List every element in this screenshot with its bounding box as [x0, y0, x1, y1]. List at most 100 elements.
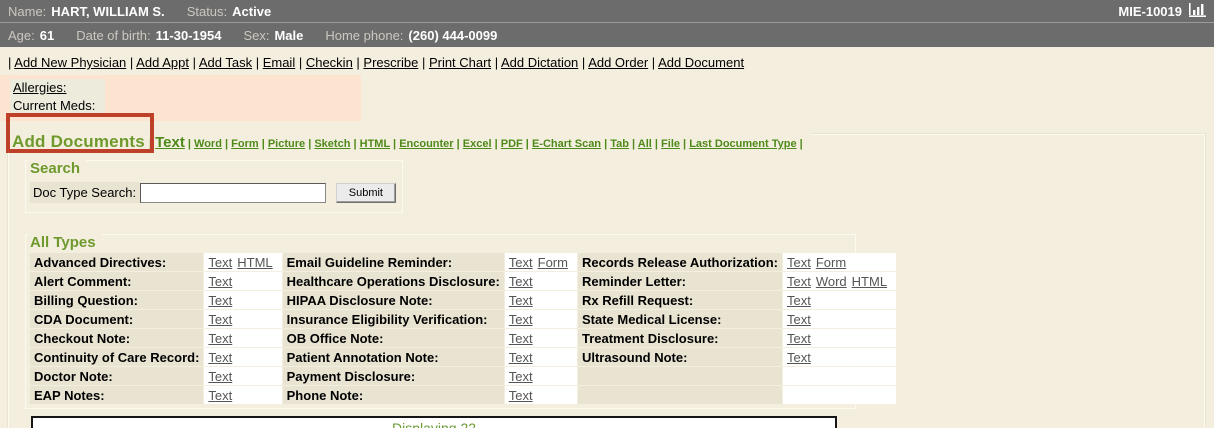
- doc-type-label-advanced-directives: Advanced Directives:: [30, 253, 203, 271]
- all-types-panel: All Types Advanced Directives:TextHTMLEm…: [25, 234, 856, 409]
- doc-link-continuity-of-care-record-text[interactable]: Text: [208, 350, 232, 365]
- doc-link-payment-disclosure-text[interactable]: Text: [509, 369, 533, 384]
- action-link-add-task[interactable]: Add Task: [199, 55, 252, 70]
- patient-name: HART, WILLIAM S.: [51, 4, 164, 19]
- patient-phone: (260) 444-0099: [408, 28, 497, 43]
- type-link-tab[interactable]: Tab: [610, 138, 629, 150]
- action-link-prescribe[interactable]: Prescribe: [363, 55, 418, 70]
- doc-link-rx-refill-request-text[interactable]: Text: [787, 293, 811, 308]
- doc-link-treatment-disclosure-text[interactable]: Text: [787, 331, 811, 346]
- bar-chart-icon[interactable]: [1189, 2, 1206, 20]
- doc-link-reminder-letter-word[interactable]: Word: [816, 274, 847, 289]
- doc-type-label-patient-annotation-note: Patient Annotation Note:: [283, 348, 504, 366]
- type-link-form[interactable]: Form: [231, 138, 259, 150]
- doc-link-billing-question-text[interactable]: Text: [208, 293, 232, 308]
- action-link-email[interactable]: Email: [263, 55, 296, 70]
- type-link-file[interactable]: File: [661, 138, 680, 150]
- doc-link-records-release-authorization-text[interactable]: Text: [787, 255, 811, 270]
- action-link-add-document[interactable]: Add Document: [658, 55, 744, 70]
- doc-link-alert-comment-text[interactable]: Text: [208, 274, 232, 289]
- empty-links-cell: [783, 386, 896, 404]
- doc-link-patient-annotation-note-text[interactable]: Text: [509, 350, 533, 365]
- doc-type-label-rx-refill-request: Rx Refill Request:: [578, 291, 782, 309]
- doc-type-links-email-guideline-reminder: Text Form: [505, 253, 577, 271]
- table-row: CDA Document:TextInsurance Eligibility V…: [30, 310, 896, 328]
- doc-link-ultrasound-note-text[interactable]: Text: [787, 350, 811, 365]
- doc-type-links-state-medical-license: Text: [783, 310, 896, 328]
- sex-label: Sex:: [243, 28, 269, 43]
- patient-age: 61: [40, 28, 54, 43]
- table-row: Doctor Note:TextPayment Disclosure:Text: [30, 367, 896, 385]
- action-link-add-appt[interactable]: Add Appt: [136, 55, 189, 70]
- type-link-last-document-type[interactable]: Last Document Type: [689, 138, 796, 150]
- type-link-html[interactable]: HTML: [360, 138, 390, 150]
- dob-label: Date of birth:: [76, 28, 150, 43]
- doc-link-healthcare-operations-disclosure-text[interactable]: Text: [509, 274, 533, 289]
- doc-type-label-doctor-note: Doctor Note:: [30, 367, 203, 385]
- type-link-all[interactable]: All: [638, 138, 652, 150]
- patient-dob: 11-30-1954: [156, 28, 222, 43]
- chart-summary-block: Allergies: Current Meds:: [0, 75, 361, 121]
- doc-link-phone-note-text[interactable]: Text: [509, 388, 533, 403]
- doc-link-reminder-letter-text[interactable]: Text: [787, 274, 811, 289]
- doc-type-label-email-guideline-reminder: Email Guideline Reminder:: [283, 253, 504, 271]
- displaying-count: Displaying 22: [31, 416, 837, 428]
- doc-link-records-release-authorization-form[interactable]: Form: [816, 255, 846, 270]
- doc-link-insurance-eligibility-verification-text[interactable]: Text: [509, 312, 533, 327]
- doc-type-links-records-release-authorization: Text Form: [783, 253, 896, 271]
- doc-link-ob-office-note-text[interactable]: Text: [509, 331, 533, 346]
- doc-link-email-guideline-reminder-text[interactable]: Text: [509, 255, 533, 270]
- type-link-picture[interactable]: Picture: [268, 138, 305, 150]
- doc-type-links-payment-disclosure: Text: [505, 367, 577, 385]
- doc-type-label-checkout-note: Checkout Note:: [30, 329, 203, 347]
- doc-type-links-doctor-note: Text: [204, 367, 281, 385]
- doc-link-hipaa-disclosure-note-text[interactable]: Text: [509, 293, 533, 308]
- doc-type-label-billing-question: Billing Question:: [30, 291, 203, 309]
- empty-label-cell: [578, 367, 782, 385]
- doc-link-advanced-directives-html[interactable]: HTML: [237, 255, 272, 270]
- action-links-row: | Add New Physician | Add Appt | Add Tas…: [0, 47, 1214, 72]
- doc-link-reminder-letter-html[interactable]: HTML: [852, 274, 887, 289]
- doc-type-links-alert-comment: Text: [204, 272, 281, 290]
- type-link-text[interactable]: Text: [155, 134, 185, 151]
- type-link-e-chart-scan[interactable]: E-Chart Scan: [532, 138, 601, 150]
- action-link-add-order[interactable]: Add Order: [588, 55, 648, 70]
- doc-link-advanced-directives-text[interactable]: Text: [208, 255, 232, 270]
- allergies-link[interactable]: Allergies:: [10, 79, 105, 97]
- doc-link-email-guideline-reminder-form[interactable]: Form: [538, 255, 568, 270]
- action-link-checkin[interactable]: Checkin: [306, 55, 353, 70]
- doc-type-label-continuity-of-care-record: Continuity of Care Record:: [30, 348, 203, 366]
- doc-link-state-medical-license-text[interactable]: Text: [787, 312, 811, 327]
- doc-link-checkout-note-text[interactable]: Text: [208, 331, 232, 346]
- doc-link-doctor-note-text[interactable]: Text: [208, 369, 232, 384]
- doc-type-label-hipaa-disclosure-note: HIPAA Disclosure Note:: [283, 291, 504, 309]
- type-link-encounter[interactable]: Encounter: [399, 138, 453, 150]
- table-row: Advanced Directives: Text HTML Email Guidel…: [30, 253, 896, 271]
- doc-type-links-treatment-disclosure: Text: [783, 329, 896, 347]
- doc-link-cda-document-text[interactable]: Text: [208, 312, 232, 327]
- doc-type-links-continuity-of-care-record: Text: [204, 348, 281, 366]
- action-link-add-new-physician[interactable]: Add New Physician: [14, 55, 126, 70]
- empty-links-cell: [783, 367, 896, 385]
- doc-type-label-ultrasound-note: Ultrasound Note:: [578, 348, 782, 366]
- doc-type-links-rx-refill-request: Text: [783, 291, 896, 309]
- doc-type-search-input[interactable]: [140, 183, 326, 203]
- type-link-excel[interactable]: Excel: [463, 138, 492, 150]
- action-link-add-dictation[interactable]: Add Dictation: [501, 55, 578, 70]
- type-link-sketch[interactable]: Sketch: [314, 138, 350, 150]
- doc-type-label-reminder-letter: Reminder Letter:: [578, 272, 782, 290]
- doc-type-links-eap-notes: Text: [204, 386, 281, 404]
- search-heading: Search: [28, 160, 86, 177]
- table-row: Continuity of Care Record: Text Patient An…: [30, 348, 896, 366]
- doc-type-label-phone-note: Phone Note:: [283, 386, 504, 404]
- current-meds-link[interactable]: Current Meds:: [10, 97, 105, 115]
- type-link-pdf[interactable]: PDF: [501, 138, 523, 150]
- doc-link-eap-notes-text[interactable]: Text: [208, 388, 232, 403]
- add-documents-panel: Add Documents | Text | Word | Form | Pic…: [8, 134, 1205, 428]
- submit-button[interactable]: Submit: [336, 183, 396, 203]
- type-link-word[interactable]: Word: [194, 138, 222, 150]
- doc-type-links-cda-document: Text: [204, 310, 281, 328]
- demographics-bar: Age: 61 Date of birth: 11-30-1954 Sex: M…: [0, 22, 1214, 47]
- action-link-print-chart[interactable]: Print Chart: [429, 55, 491, 70]
- table-row: Checkout Note:TextOB Office Note:TextTre…: [30, 329, 896, 347]
